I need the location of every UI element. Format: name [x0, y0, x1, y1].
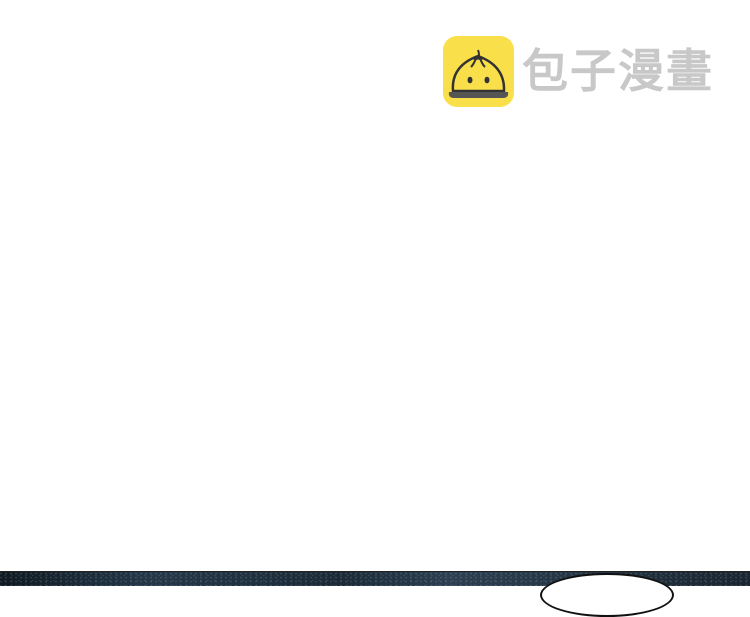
- brand-text: 包子漫畫: [522, 44, 714, 98]
- steamed-bun-icon: [443, 35, 514, 107]
- watermark: 包子漫畫: [443, 35, 714, 107]
- speech-bubble: [540, 573, 674, 617]
